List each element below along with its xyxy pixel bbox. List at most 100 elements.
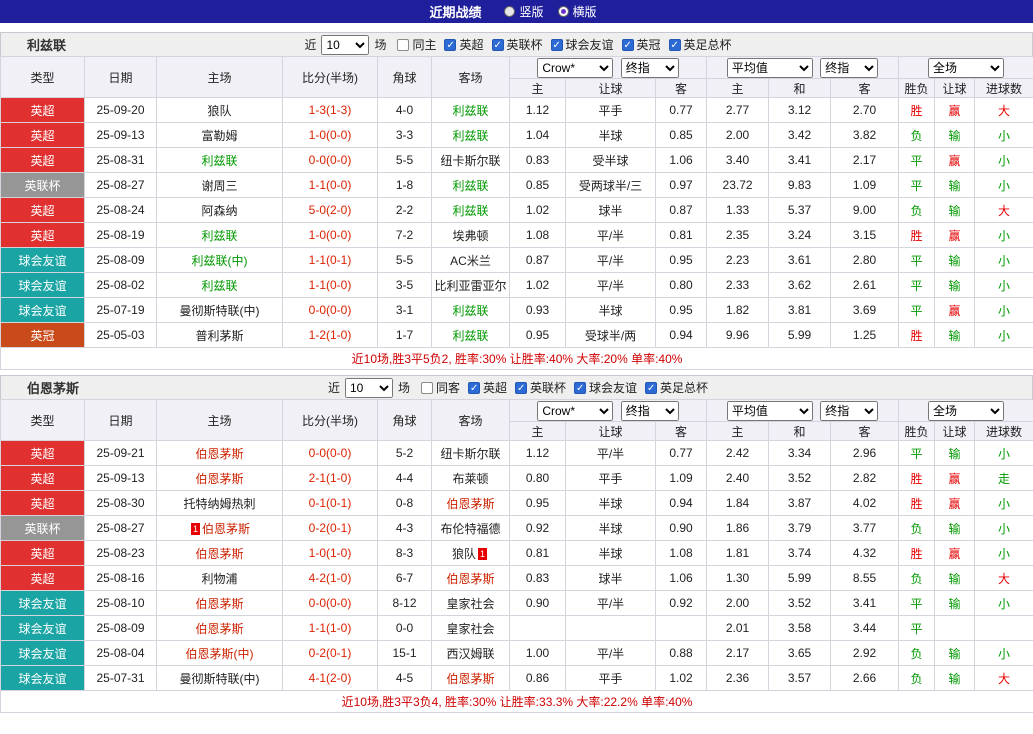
avg-home: 3.40	[707, 148, 769, 173]
avg-home: 2.40	[707, 466, 769, 491]
filter-controls: 近10场同主英超英联杯球会友谊英冠英足总杯	[301, 35, 731, 55]
avg-draw: 3.42	[769, 123, 831, 148]
bookmaker-select[interactable]: Crow*	[537, 401, 613, 421]
league-filter-checkbox[interactable]	[622, 39, 634, 51]
avg-stage-select[interactable]: 终指	[820, 401, 878, 421]
avg-draw: 3.74	[769, 541, 831, 566]
league-filter-checkbox[interactable]	[515, 382, 527, 394]
home-team: 伯恩茅斯	[157, 541, 283, 566]
score: 4-1(2-0)	[283, 666, 378, 691]
league-filter-checkbox[interactable]	[551, 39, 563, 51]
league-filter-checkbox-label: 球会友谊	[566, 36, 614, 53]
league-badge: 球会友谊	[1, 248, 85, 273]
odds-away: 0.77	[656, 441, 707, 466]
avg-home: 2.23	[707, 248, 769, 273]
recent-count-select[interactable]: 10	[321, 35, 369, 55]
league-filter-checkbox[interactable]	[468, 382, 480, 394]
match-row: 英冠25-05-03普利茅斯1-2(1-0)1-7利兹联0.95受球半/两0.9…	[1, 323, 1033, 348]
avg-stage-select[interactable]: 终指	[820, 58, 878, 78]
odds-handicap: 受两球半/三	[566, 173, 656, 198]
score: 4-2(1-0)	[283, 566, 378, 591]
result-outcome: 平	[899, 148, 935, 173]
result-outcome: 胜	[899, 466, 935, 491]
scope-select[interactable]: 全场	[928, 401, 1004, 421]
match-date: 25-09-21	[85, 441, 157, 466]
odds-away: 1.09	[656, 466, 707, 491]
scope-select[interactable]: 全场	[928, 58, 1004, 78]
odds-handicap: 平/半	[566, 641, 656, 666]
result-outcome: 负	[899, 566, 935, 591]
average-select[interactable]: 平均值	[727, 58, 813, 78]
away-team: 利兹联	[432, 173, 510, 198]
odds-home: 0.93	[510, 298, 566, 323]
result-goals: 大	[975, 98, 1033, 123]
odds-home: 0.83	[510, 566, 566, 591]
layout-radio-vertical[interactable]: 竖版	[504, 3, 543, 20]
match-row: 英超25-09-20狼队1-3(1-3)4-0利兹联1.12平手0.772.77…	[1, 98, 1033, 123]
away-team: 狼队1	[432, 541, 510, 566]
recent-count-select[interactable]: 10	[345, 378, 393, 398]
home-team: 1伯恩茅斯	[157, 516, 283, 541]
matches-table: 类型 日期 主场 比分(半场) 角球 客场 Crow* 终指 平均值 终指	[0, 56, 1033, 370]
result-goals: 小	[975, 248, 1033, 273]
bookmaker-select[interactable]: Crow*	[537, 58, 613, 78]
home-team: 利物浦	[157, 566, 283, 591]
odds-stage-select[interactable]: 终指	[621, 58, 679, 78]
avg-away: 2.96	[831, 441, 899, 466]
result-handicap: 输	[935, 323, 975, 348]
avg-away: 3.69	[831, 298, 899, 323]
score: 2-1(1-0)	[283, 466, 378, 491]
same-venue-checkbox[interactable]	[421, 382, 433, 394]
filter-bar: 利兹联 近10场同主英超英联杯球会友谊英冠英足总杯	[0, 32, 1033, 56]
league-badge: 英超	[1, 466, 85, 491]
match-date: 25-08-10	[85, 591, 157, 616]
corner-score: 3-1	[378, 298, 432, 323]
layout-radio-horizontal[interactable]: 横版	[558, 3, 597, 20]
odds-home: 0.95	[510, 491, 566, 516]
match-date: 25-09-13	[85, 466, 157, 491]
away-team: 比利亚雷亚尔	[432, 273, 510, 298]
odds-away	[656, 616, 707, 641]
odds-handicap: 平/半	[566, 223, 656, 248]
sub-header-odds-away: 客	[656, 79, 707, 98]
avg-group-header: 平均值 终指	[707, 57, 899, 79]
sub-header-odds-home: 主	[510, 422, 566, 441]
avg-draw: 3.62	[769, 273, 831, 298]
average-select[interactable]: 平均值	[727, 401, 813, 421]
result-outcome: 平	[899, 616, 935, 641]
odds-handicap: 平手	[566, 466, 656, 491]
league-filter-checkbox[interactable]	[669, 39, 681, 51]
odds-away: 0.92	[656, 591, 707, 616]
odds-home: 1.00	[510, 641, 566, 666]
odds-stage-select[interactable]: 终指	[621, 401, 679, 421]
away-team: 皇家社会	[432, 616, 510, 641]
away-team: 伯恩茅斯	[432, 666, 510, 691]
corner-score: 3-5	[378, 273, 432, 298]
col-header-home: 主场	[157, 57, 283, 98]
odds-away: 0.87	[656, 198, 707, 223]
odds-away: 0.88	[656, 641, 707, 666]
same-venue-checkbox[interactable]	[397, 39, 409, 51]
league-filter-checkbox[interactable]	[645, 382, 657, 394]
match-date: 25-07-19	[85, 298, 157, 323]
league-badge: 英超	[1, 223, 85, 248]
match-row: 球会友谊25-07-31曼彻斯特联(中)4-1(2-0)4-5伯恩茅斯0.86平…	[1, 666, 1033, 691]
avg-home: 2.42	[707, 441, 769, 466]
league-filter-checkbox[interactable]	[574, 382, 586, 394]
odds-home: 0.90	[510, 591, 566, 616]
avg-draw: 3.12	[769, 98, 831, 123]
col-header-corner: 角球	[378, 57, 432, 98]
match-row: 球会友谊25-08-04伯恩茅斯(中)0-2(0-1)15-1西汉姆联1.00平…	[1, 641, 1033, 666]
avg-draw: 3.65	[769, 641, 831, 666]
radio-icon	[558, 6, 569, 17]
odds-home: 0.81	[510, 541, 566, 566]
league-filter-checkbox[interactable]	[492, 39, 504, 51]
score: 0-0(0-0)	[283, 298, 378, 323]
away-team: 西汉姆联	[432, 641, 510, 666]
league-filter-checkbox[interactable]	[444, 39, 456, 51]
league-badge: 英超	[1, 98, 85, 123]
away-team: 利兹联	[432, 98, 510, 123]
odds-handicap: 球半	[566, 198, 656, 223]
result-outcome: 平	[899, 248, 935, 273]
result-goals: 小	[975, 591, 1033, 616]
